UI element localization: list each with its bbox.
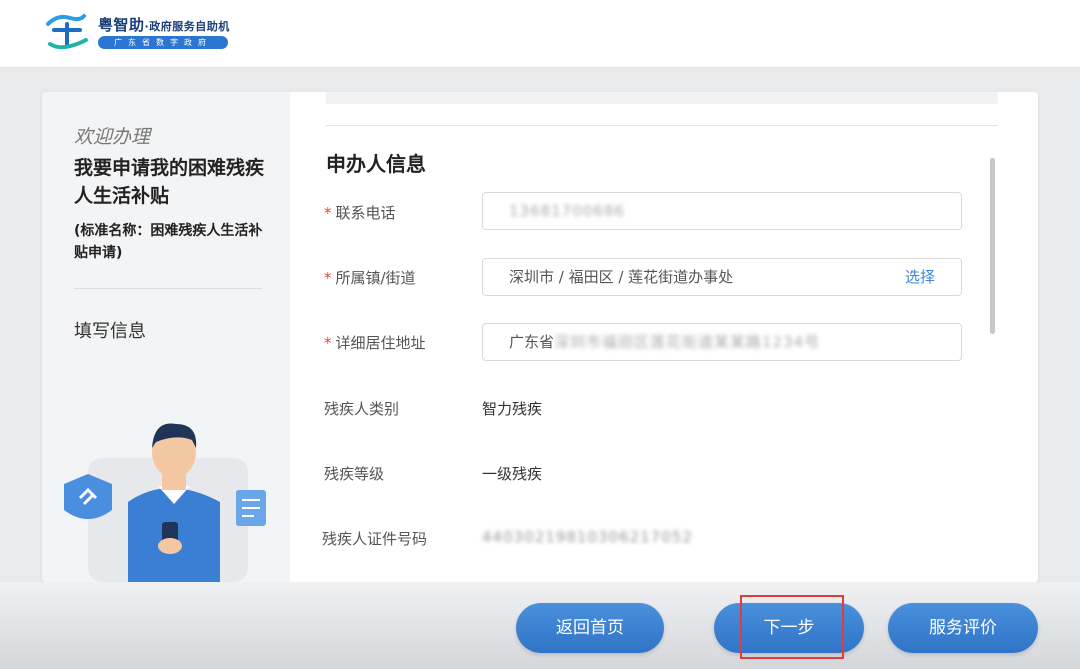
home-button[interactable]: 返回首页 — [516, 603, 664, 653]
sidebar: 欢迎办理 我要申请我的困难残疾人生活补贴 (标准名称：困难残疾人生活补贴申请) … — [42, 92, 290, 582]
welcome-text: 欢迎办理 — [74, 122, 150, 149]
select-street-link[interactable]: 选择 — [905, 259, 935, 295]
rate-service-button[interactable]: 服务评价 — [888, 603, 1038, 653]
section-divider — [326, 125, 998, 126]
form-panel: 申办人信息 *联系电话 13681700686 *所属镇/街道 深圳市 / 福田… — [290, 92, 1038, 582]
address-label: *详细居住地址 — [324, 332, 426, 353]
street-value: 深圳市 / 福田区 / 莲花街道办事处 — [509, 268, 733, 286]
address-field[interactable]: 广东省深圳市福田区莲花街道某某路1234号 — [482, 323, 962, 361]
phone-value: 13681700686 — [509, 202, 625, 220]
app-header: 粤智助·政府服务自助机 广东省数字政府 — [0, 0, 1080, 68]
address-value-blurred: 深圳市福田区莲花街道某某路1234号 — [554, 333, 820, 351]
required-mark: * — [324, 269, 332, 287]
address-value: 广东省 — [509, 333, 554, 351]
phone-label: *联系电话 — [324, 202, 396, 223]
officer-illustration-icon — [58, 412, 278, 582]
street-label: *所属镇/街道 — [324, 267, 416, 288]
org-badge: 广东省数字政府 — [98, 36, 228, 49]
previous-section-strip — [326, 92, 998, 104]
app-name: 粤智助·政府服务自助机 — [98, 14, 230, 35]
service-title: 我要申请我的困难残疾人生活补贴 — [74, 154, 264, 210]
disability-type-label: 残疾人类别 — [324, 398, 399, 419]
standard-name: (标准名称：困难残疾人生活补贴申请) — [74, 220, 274, 264]
id-number-value: 44030219810306217052 — [482, 528, 693, 546]
required-mark: * — [324, 334, 332, 352]
scrollbar-thumb[interactable] — [990, 158, 995, 334]
disability-level-value: 一级残疾 — [482, 463, 542, 484]
disability-level-label: 残疾等级 — [324, 463, 384, 484]
main-card: 欢迎办理 我要申请我的困难残疾人生活补贴 (标准名称：困难残疾人生活补贴申请) … — [42, 92, 1038, 582]
sidebar-divider — [74, 288, 262, 289]
id-number-label: 残疾人证件号码 — [322, 528, 427, 549]
yue-logo-icon — [40, 10, 92, 56]
street-field[interactable]: 深圳市 / 福田区 / 莲花街道办事处 选择 — [482, 258, 962, 296]
required-mark: * — [324, 204, 332, 222]
disability-type-value: 智力残疾 — [482, 398, 542, 419]
phone-field[interactable]: 13681700686 — [482, 192, 962, 230]
highlight-box — [740, 595, 844, 659]
current-step: 填写信息 — [74, 317, 146, 343]
section-title: 申办人信息 — [326, 148, 426, 177]
